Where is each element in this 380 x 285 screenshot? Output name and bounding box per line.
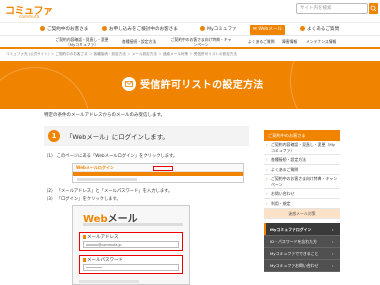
subnav-connection-settings[interactable]: 各種接続・設定方法 [122, 39, 156, 44]
label-marker [83, 234, 86, 239]
site-logo[interactable]: コミュファ commufa [5, 2, 57, 20]
sidebar-item-terms[interactable]: 利用・規定 [264, 199, 340, 209]
email-address-field: xxxxxx@commufa.jp [83, 241, 179, 248]
search-icon[interactable] [369, 3, 378, 14]
password-label-text: メールパスワード [87, 258, 123, 263]
login-link-highlight [153, 165, 173, 171]
email-address-box: メールアドレス xxxxxx@commufa.jp [79, 232, 183, 251]
secondary-nav: ご契約内容確認・見直し・変更（Myコミュファ） 各種接続・設定方法 ご契約中のお… [0, 35, 380, 49]
password-box: メールパスワード •••••••• [79, 255, 183, 274]
sidebar-forgot-password[interactable]: ID・パスワードを忘れた方 › [264, 236, 340, 248]
instruction-1: （1） このページにある「Webメールログイン」をクリックします。 [44, 154, 178, 159]
subnav-faq[interactable]: よくあるご質問 [248, 39, 275, 44]
webmail-login-screenshot: Webメール メールアドレス xxxxxx@commufa.jp メールパスワー… [72, 205, 190, 285]
primary-nav: ご契約中のお客さま お申し込みをご検討中のお客さま Myコミュファ ✉ Webメ… [0, 22, 380, 35]
sidebar-item-spam[interactable]: 迷惑メール対策 [264, 209, 340, 219]
intro-text: 特定の条件のメールアドレスからのメールのみ受信します。 [44, 113, 166, 118]
chevron-right-icon: › [332, 227, 334, 232]
subnav-campaign[interactable]: ご契約中のお客さま向け特典・キャンペーン [170, 37, 232, 47]
sidebar-heading: ご契約中のお客さま [264, 130, 340, 141]
sidebar-item-contact[interactable]: お問い合わせ [264, 189, 340, 199]
search-input[interactable]: サイト内を検索 [296, 3, 368, 14]
sidebar-item-faq[interactable]: よくあるご質問 [264, 165, 340, 175]
mycommufa-features-label: Myコミュファでできること [270, 251, 319, 256]
nav-item-contract[interactable]: ご契約中のお客さま [40, 25, 88, 35]
screenshot-bar [73, 172, 243, 176]
question-icon [300, 25, 305, 31]
step-heading: 1 「Webメール」にログインします。 [44, 126, 249, 146]
page-title: 受信許可リストの設定方法 [140, 80, 264, 91]
chevron-right-icon: › [332, 251, 334, 256]
decor-circle-left [0, 67, 90, 109]
sidebar-item-contract[interactable]: ご契約内容確認・見直し・変更（Myコミュファ） [264, 141, 340, 155]
sidebar-item-campaign[interactable]: ご契約中のお客さま向け特典・キャンペーン [264, 175, 340, 189]
instruction-2: （2） 「メールアドレス」と「メールパスワード」を入力します。 [44, 189, 173, 194]
nav-item-faq[interactable]: よくあるご質問 [300, 25, 339, 35]
instruction-3: （3） 「ログイン」をクリックします。 [44, 197, 121, 202]
user-icon [40, 25, 45, 31]
sidebar-item-settings[interactable]: 各種接続・設定方法 [264, 155, 340, 165]
logo-subtext: commufa [19, 14, 40, 19]
nav-item-mycommufa[interactable]: Myコミュファ [200, 25, 237, 35]
mail-icon [122, 77, 136, 91]
site-header: コミュファ commufa サイト内を検索 [0, 0, 380, 22]
chevron-right-icon: › [332, 239, 334, 244]
email-address-label-text: メールアドレス [87, 235, 119, 240]
screenshot-placeholder [77, 178, 137, 181]
mycommufa-contact-label: Myコミュファお問い合わせ [270, 263, 319, 268]
email-address-label: メールアドレス [83, 234, 119, 240]
step-number: 1 [48, 130, 60, 142]
sidebar-mycommufa-contact[interactable]: Myコミュファお問い合わせ › [264, 260, 340, 272]
sidebar-mycommufa-features[interactable]: Myコミュファでできること › [264, 248, 340, 260]
screenshot-logo: Webメールログイン [76, 165, 114, 170]
mycommufa-login-label: Myコミュファログイン [270, 227, 312, 232]
webmail-footer [79, 280, 139, 283]
person-icon [200, 25, 205, 31]
webmail-note [83, 223, 183, 226]
nav-item-consider[interactable]: お申し込みをご検討中のお客さま [102, 25, 178, 35]
subnav-outage[interactable]: 障害情報 [282, 39, 297, 44]
breadcrumb[interactable]: コミュファ光 (公式サイト) ＞ ご契約中のお客さま ＞ 各種接続・設定方法 ＞… [6, 52, 237, 57]
label-marker [83, 257, 86, 262]
sidebar-mycommufa-login[interactable]: Myコミュファログイン › [264, 223, 340, 236]
decor-circle-right [290, 61, 380, 109]
password-label: メールパスワード [83, 257, 123, 263]
password-field: •••••••• [83, 264, 179, 271]
nav-item-webmail[interactable]: ✉ Webメール [250, 25, 286, 35]
login-screenshot: Webメールログイン [72, 163, 244, 183]
subnav-contract-details[interactable]: ご契約内容確認・見直し・変更（Myコミュファ） [54, 37, 110, 47]
chevron-right-icon: › [332, 263, 334, 268]
page-title-banner: 受信許可リストの設定方法 [0, 61, 380, 109]
forgot-password-label: ID・パスワードを忘れた方 [270, 239, 317, 244]
document-icon [102, 25, 107, 31]
subnav-maintenance[interactable]: メンテナンス情報 [306, 39, 336, 44]
step-title: 「Webメール」にログインします。 [66, 133, 169, 141]
